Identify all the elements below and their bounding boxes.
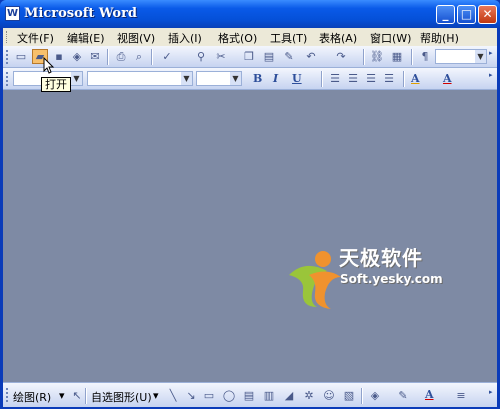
menu-edit[interactable]: 编辑(E) [67,30,105,46]
research-icon[interactable]: ⚲ [193,49,209,64]
redo-icon[interactable]: ↷ [333,49,349,64]
mouse-cursor-icon [43,57,55,74]
menu-bar: 文件(F) 编辑(E) 视图(V) 插入(I) 格式(O) 工具(T) 表格(A… [3,28,497,46]
close-button[interactable]: ✕ [478,5,497,24]
toolbar-grip[interactable] [6,388,10,402]
line-color-icon[interactable]: ✎ [395,388,411,403]
toolbar-options-icon[interactable]: ▸ [489,388,496,396]
oval-icon[interactable]: ◯ [221,388,237,403]
permission-icon[interactable]: ◈ [69,49,85,64]
picture-icon[interactable]: ▧ [341,388,357,403]
paste-icon[interactable]: ▤ [261,49,277,64]
line-style-icon[interactable]: ≡ [453,388,469,403]
menu-window[interactable]: 窗口(W) [370,30,411,46]
font-combo[interactable]: ▼ [87,71,193,86]
size-combo[interactable]: ▼ [196,71,242,86]
toolbar-separator [361,388,363,404]
tables-icon[interactable]: ▦ [389,49,405,64]
minimize-button[interactable]: _ [436,5,455,24]
clipart-icon[interactable]: ☺ [321,388,337,403]
diagram-icon[interactable]: ✲ [301,388,317,403]
format-painter-icon[interactable]: ✎ [281,49,297,64]
autoshapes-button[interactable]: 自选图形(U) [91,389,152,405]
toolbar-separator [151,49,153,65]
title-bar[interactable]: W Microsoft Word _ □ ✕ [0,0,500,28]
toolbar-options-icon[interactable]: ▸ [489,71,496,79]
toolbar-separator [85,388,87,404]
align-left-icon[interactable]: ☰ [327,71,343,86]
menu-table[interactable]: 表格(A) [319,30,357,46]
draw-menu-button[interactable]: 绘图(R) [13,389,51,405]
watermark-cn: 天极软件 [339,246,423,270]
formatting-toolbar: ▼ ▼ ▼ B I U ☰ ☰ ☰ ☰ A A ▸ [3,68,497,90]
chevron-down-icon[interactable]: ▼ [230,72,241,85]
highlight-button[interactable]: A [411,72,420,85]
menu-tools[interactable]: 工具(T) [270,30,307,46]
watermark-en: Soft.yesky.com [340,272,443,286]
show-hide-icon[interactable]: ¶ [417,49,433,64]
document-workspace[interactable] [3,90,497,382]
underline-button[interactable]: U [292,72,302,85]
textbox-icon[interactable]: ▤ [241,388,257,403]
word-window: W Microsoft Word _ □ ✕ 文件(F) 编辑(E) 视图(V)… [0,0,500,409]
hyperlink-icon[interactable]: ⛓ [369,49,385,64]
italic-button[interactable]: I [273,72,278,85]
arrow-icon[interactable]: ↘ [183,388,199,403]
toolbar-separator [107,49,109,65]
toolbar-separator [411,49,413,65]
yesky-logo-icon [289,251,341,309]
align-right-icon[interactable]: ☰ [363,71,379,86]
toolbar-grip[interactable] [6,72,10,86]
menu-view[interactable]: 视图(V) [117,30,155,46]
zoom-combo[interactable]: ▼ [435,49,487,64]
chevron-down-icon[interactable]: ▾ [153,389,159,402]
menu-format[interactable]: 格式(O) [218,30,257,46]
bold-button[interactable]: B [253,72,262,85]
menu-insert[interactable]: 插入(I) [168,30,202,46]
toolbar-separator [321,71,323,87]
new-icon[interactable]: ▭ [13,49,29,64]
standard-toolbar: ▭ ▰ ▪ ◈ ✉ ⎙ ⌕ ✓ ⚲ ✂ ❐ ▤ ✎ ↶ ↷ ⛓ ▦ ¶ ▼ ▸ [3,46,497,68]
chevron-down-icon[interactable]: ▼ [475,50,486,63]
chevron-down-icon[interactable]: ▼ [71,72,82,85]
maximize-button[interactable]: □ [457,5,476,24]
wordart-icon[interactable]: ◢ [281,388,297,403]
chevron-down-icon[interactable]: ▾ [59,389,65,402]
toolbar-separator [403,71,405,87]
select-objects-icon[interactable]: ↖ [69,388,85,403]
rectangle-icon[interactable]: ▭ [201,388,217,403]
menu-help[interactable]: 帮助(H) [420,30,459,46]
font-color-button[interactable]: A [443,72,452,85]
toolbar-grip[interactable] [6,50,10,64]
print-preview-icon[interactable]: ⌕ [131,49,147,64]
toolbar-separator [363,49,365,65]
client-area: 文件(F) 编辑(E) 视图(V) 插入(I) 格式(O) 工具(T) 表格(A… [3,28,497,407]
open-tooltip: 打开 [41,77,71,92]
email-icon[interactable]: ✉ [87,49,103,64]
spelling-icon[interactable]: ✓ [159,49,175,64]
copy-icon[interactable]: ❐ [241,49,257,64]
vertical-textbox-icon[interactable]: ▥ [261,388,277,403]
undo-icon[interactable]: ↶ [303,49,319,64]
font-color-button[interactable]: A [425,388,434,401]
drawing-toolbar: 绘图(R) ▾ ↖ 自选图形(U) ▾ ╲ ↘ ▭ ◯ ▤ ▥ ◢ ✲ ☺ ▧ … [3,382,497,407]
menubar-grip[interactable] [6,31,9,43]
fill-color-icon[interactable]: ◈ [367,388,383,403]
toolbar-options-icon[interactable]: ▸ [489,49,496,57]
word-app-icon[interactable]: W [5,6,20,21]
justify-icon[interactable]: ☰ [381,71,397,86]
line-icon[interactable]: ╲ [165,388,181,403]
align-center-icon[interactable]: ☰ [345,71,361,86]
menu-file[interactable]: 文件(F) [17,30,54,46]
chevron-down-icon[interactable]: ▼ [181,72,192,85]
cut-icon[interactable]: ✂ [213,49,229,64]
window-title: Microsoft Word [24,6,138,21]
print-icon[interactable]: ⎙ [113,49,129,64]
